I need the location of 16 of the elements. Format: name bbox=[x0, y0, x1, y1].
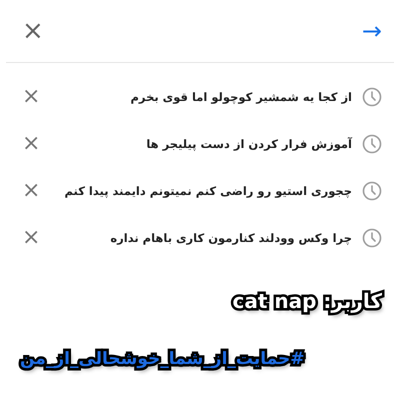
remove-button[interactable]: × bbox=[18, 180, 44, 202]
clock-icon bbox=[362, 134, 382, 154]
remove-button[interactable]: × bbox=[18, 226, 44, 248]
submit-arrow-button[interactable]: → bbox=[358, 19, 386, 43]
remove-button[interactable]: × bbox=[18, 132, 44, 154]
search-history-item[interactable]: چرا وکس وودلند کنارمون کاری باهام نداره bbox=[54, 230, 352, 244]
hashtag-text: #حمایت_از_شما_خوشحالی_از_من bbox=[19, 348, 306, 371]
clock-icon bbox=[362, 86, 382, 106]
search-history-item[interactable]: چجوری استیو رو راضی کنم نمیتونم دایمند پیدا کنم bbox=[54, 184, 352, 198]
clock-icon bbox=[362, 180, 382, 200]
caption-text: کاربر: cat nap bbox=[228, 285, 388, 321]
remove-button[interactable]: × bbox=[18, 86, 44, 108]
clock-icon bbox=[362, 228, 382, 248]
search-history-item[interactable]: از کجا یه شمشیر کوچولو اما قوی بخرم bbox=[54, 90, 352, 104]
clear-button[interactable]: × bbox=[18, 18, 48, 44]
search-history-item[interactable]: آموزش فرار کردن از دست پیلیجر ها bbox=[54, 136, 352, 150]
